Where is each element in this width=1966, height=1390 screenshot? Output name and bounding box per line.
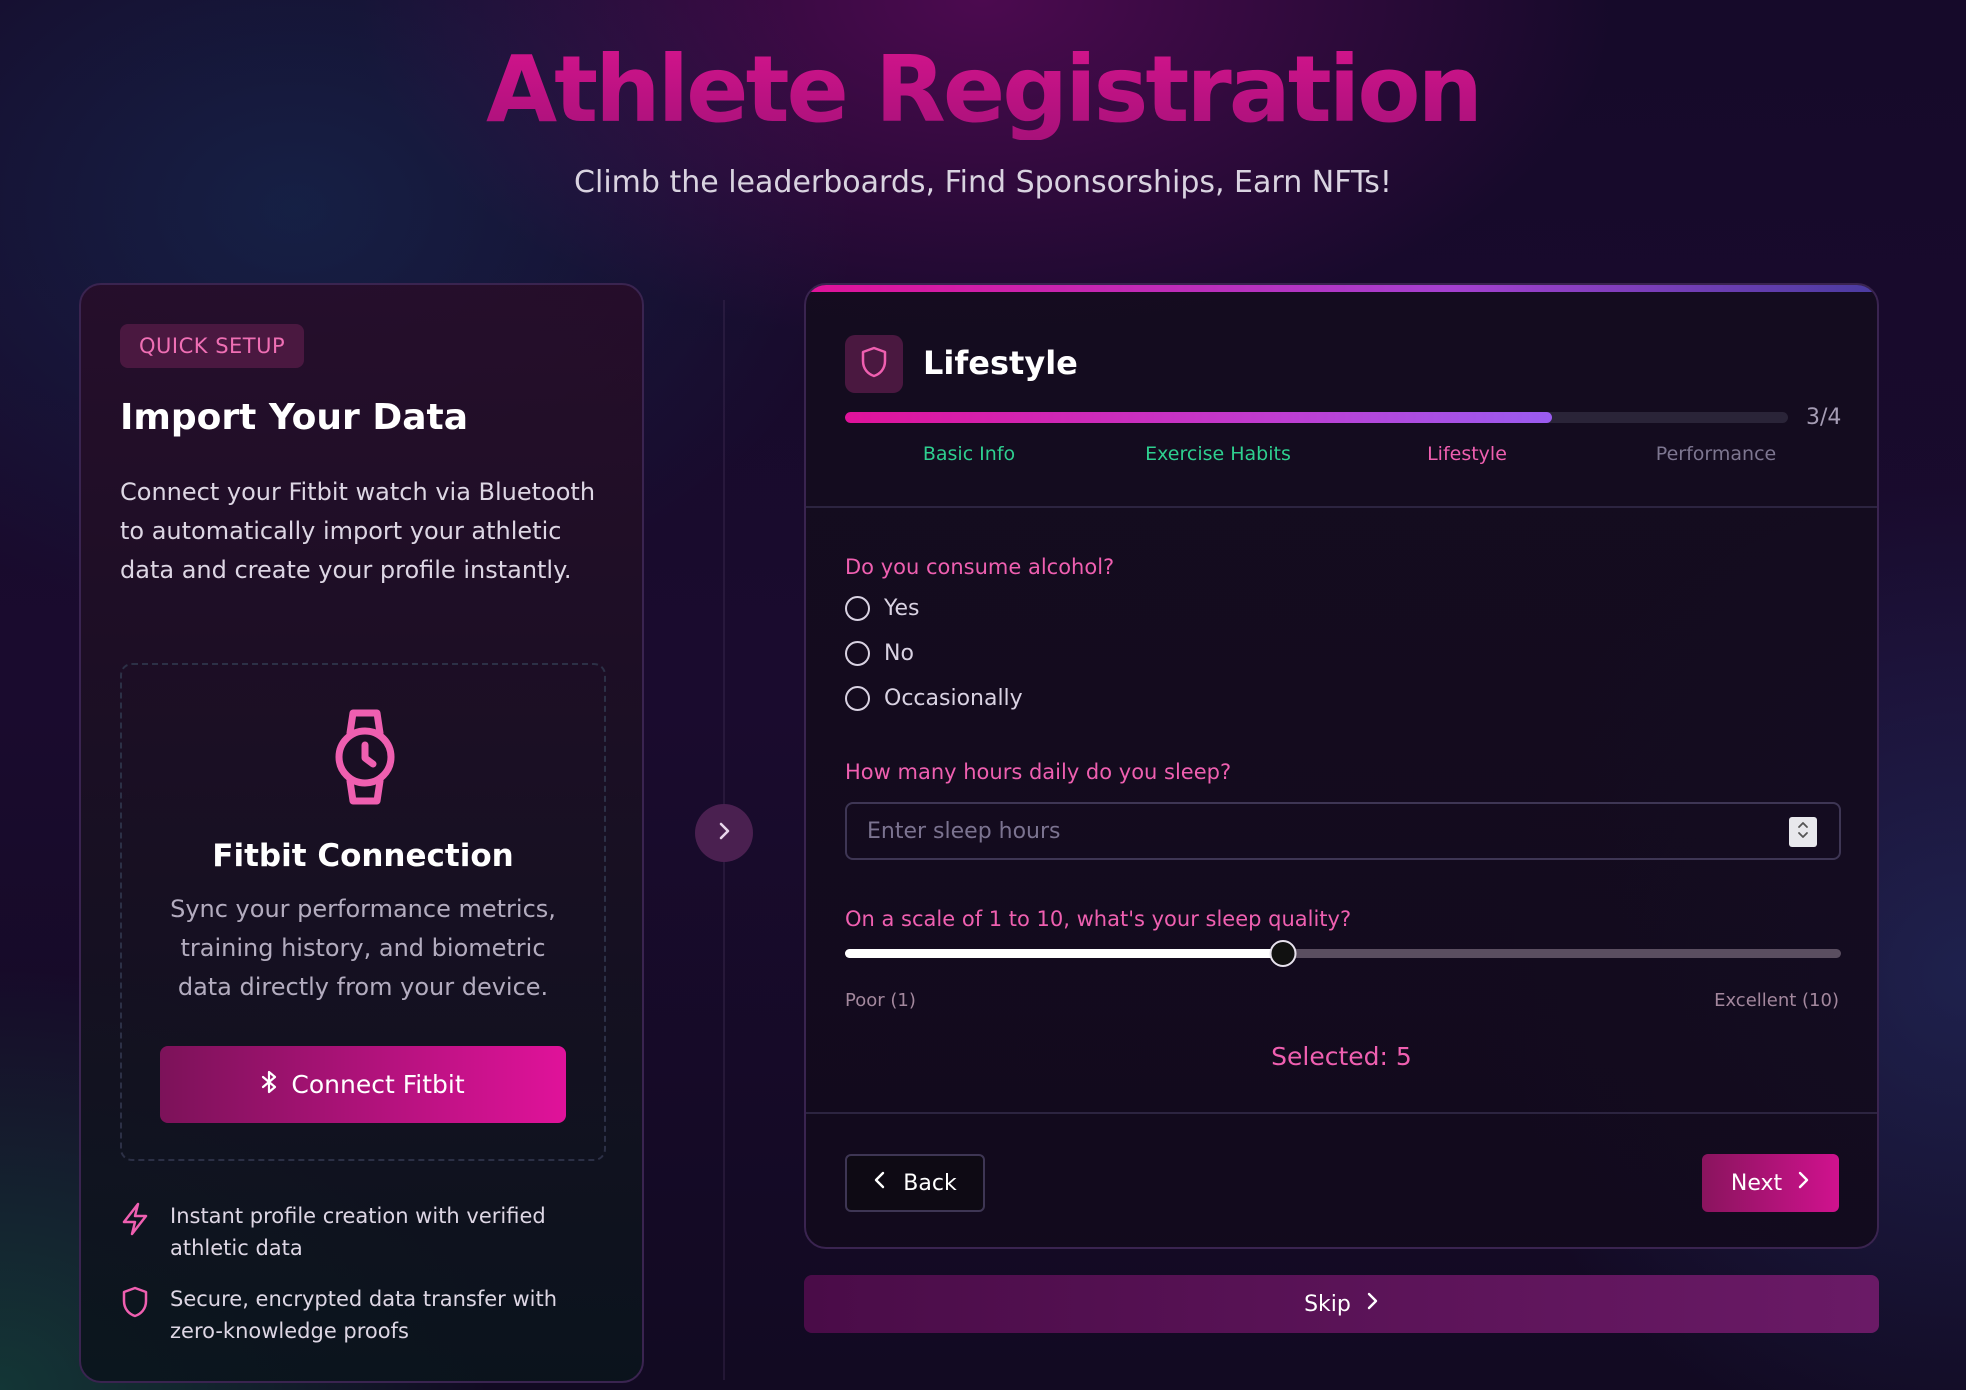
radio-option-yes[interactable]: Yes (845, 596, 920, 621)
next-button[interactable]: Next (1702, 1154, 1839, 1212)
number-stepper[interactable] (1789, 817, 1817, 847)
fitbit-connection-box: Fitbit Connection Sync your performance … (120, 663, 606, 1161)
page-subtitle: Climb the leaderboards, Find Sponsorship… (574, 165, 1392, 200)
divider (806, 1112, 1877, 1114)
step-labels: Basic Info Exercise Habits Lifestyle Perfor… (845, 443, 1845, 473)
connect-fitbit-label: Connect Fitbit (291, 1070, 465, 1099)
section-title: Lifestyle (923, 344, 1078, 382)
divider (806, 506, 1877, 508)
alcohol-question: Do you consume alcohol? (845, 555, 1115, 579)
bluetooth-icon (261, 1070, 277, 1100)
chevron-right-icon (714, 820, 734, 846)
radio-circle[interactable] (845, 596, 870, 621)
back-label: Back (903, 1170, 957, 1196)
import-data-description: Connect your Fitbit watch via Bluetooth … (120, 478, 596, 584)
step-label-lifestyle: Lifestyle (1427, 443, 1507, 465)
skip-label: Skip (1304, 1291, 1351, 1317)
slider-thumb[interactable] (1269, 940, 1297, 967)
feature-text: Instant profile creation with verified a… (170, 1204, 546, 1260)
quick-setup-badge: QUICK SETUP (120, 324, 305, 368)
card-accent-bar (806, 285, 1877, 292)
radio-label: Occasionally (884, 686, 1023, 711)
slider-max-label: Excellent (10) (1714, 990, 1839, 1011)
feature-item-secure: Secure, encrypted data transfer with zer… (120, 1283, 610, 1347)
sleep-hours-input[interactable] (845, 802, 1841, 860)
back-button[interactable]: Back (845, 1154, 985, 1212)
shield-icon (120, 1283, 154, 1347)
step-label-exercise-habits: Exercise Habits (1145, 443, 1291, 465)
stepper-arrows-icon (1796, 819, 1810, 845)
step-label-basic-info: Basic Info (922, 443, 1016, 465)
page-title: Athlete Registration (0, 40, 1966, 140)
connect-fitbit-button[interactable]: Connect Fitbit (160, 1046, 566, 1123)
feature-item-instant: Instant profile creation with verified a… (120, 1200, 610, 1264)
page-header: Athlete Registration Climb the leaderboa… (0, 40, 1966, 201)
slider-fill (845, 949, 1284, 958)
chevron-right-icon (1796, 1170, 1810, 1196)
slider-min-label: Poor (1) (845, 990, 916, 1011)
watch-icon (332, 707, 398, 807)
sleep-quality-question: On a scale of 1 to 10, what's your sleep… (845, 907, 1352, 931)
feature-text: Secure, encrypted data transfer with zer… (170, 1287, 558, 1343)
next-label: Next (1730, 1170, 1783, 1196)
lifestyle-form-card: Lifestyle 3/4 Basic Info Exercise Habits L… (804, 283, 1879, 1249)
shield-icon (859, 345, 889, 383)
progress-bar (845, 412, 1788, 423)
fitbit-connection-description: Sync your performance metrics, training … (170, 895, 556, 1001)
sleep-hours-question: How many hours daily do you sleep? (845, 760, 1232, 784)
section-icon (845, 335, 903, 393)
progress-bar-fill (845, 412, 1553, 423)
radio-circle[interactable] (845, 641, 870, 666)
next-arrow-button[interactable] (695, 804, 753, 862)
progress-count: 3/4 (1806, 405, 1842, 430)
radio-label: No (884, 641, 914, 666)
step-label-performance: Performance (1655, 443, 1777, 465)
fitbit-connection-title: Fitbit Connection (212, 838, 514, 874)
chevron-left-icon (873, 1170, 887, 1196)
radio-circle[interactable] (845, 686, 870, 711)
skip-button[interactable]: Skip (804, 1275, 1879, 1333)
import-data-title: Import Your Data (120, 397, 468, 438)
radio-label: Yes (884, 596, 920, 621)
sleep-quality-slider[interactable] (845, 940, 1841, 967)
chevron-right-icon (1365, 1291, 1379, 1317)
quick-setup-card: QUICK SETUP Import Your Data Connect you… (79, 283, 644, 1383)
lightning-icon (120, 1200, 154, 1264)
radio-option-occasionally[interactable]: Occasionally (845, 686, 1023, 711)
radio-option-no[interactable]: No (845, 641, 914, 666)
slider-selected-value: Selected: 5 (1271, 1042, 1412, 1071)
